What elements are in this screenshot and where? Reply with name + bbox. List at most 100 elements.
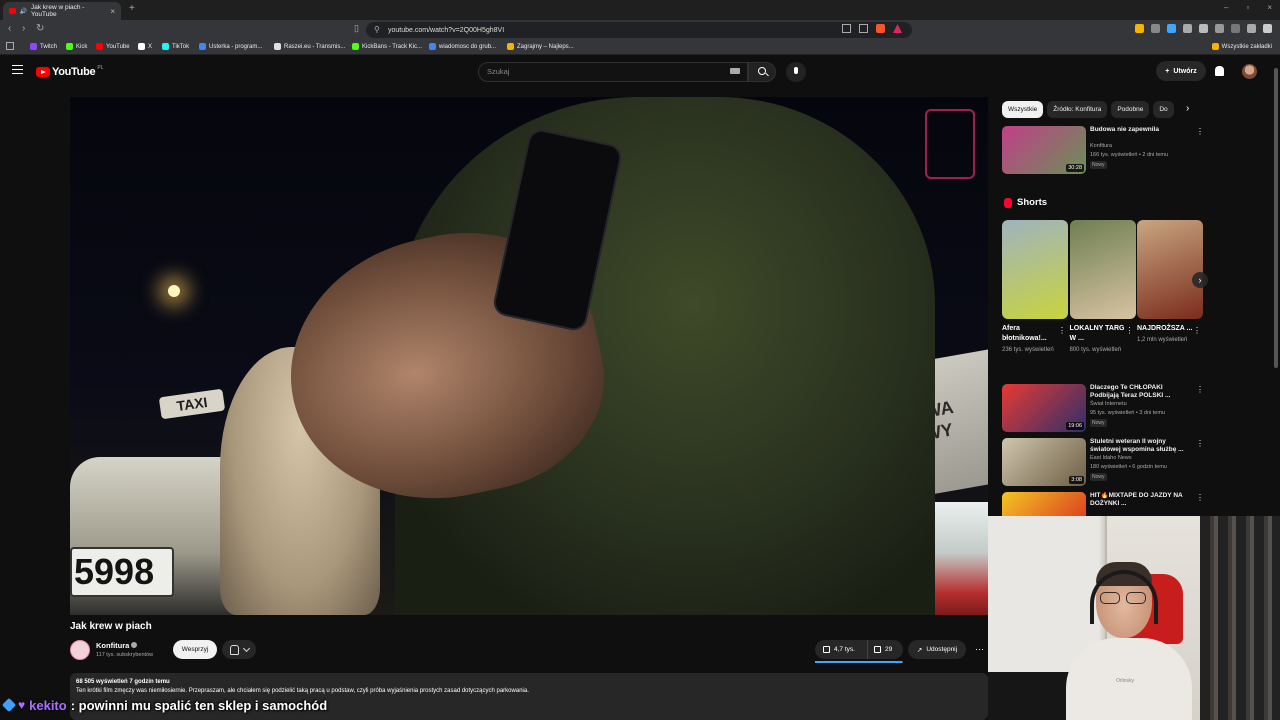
bookmark-item[interactable]: YouTube	[96, 43, 130, 50]
more-options-icon[interactable]: ⋮	[1196, 439, 1204, 448]
shorts-next-icon[interactable]: ›	[1192, 272, 1208, 288]
dislike-button[interactable]: 29	[867, 640, 903, 659]
site-info-icon[interactable]: ⚲	[374, 25, 380, 34]
forward-icon[interactable]: ›	[22, 23, 25, 34]
support-button[interactable]: Wesprzyj	[173, 640, 217, 659]
browser-tab[interactable]: 🔊 Jak krew w piach - YouTube ×	[3, 2, 121, 20]
view-stats: 68 505 wyświetleń 7 godzin temu	[76, 679, 170, 685]
more-options-icon[interactable]: ⋮	[1126, 326, 1134, 335]
video-title: HIT🔥MIXTAPE DO JAZDY NA DOŻYNKI ...	[1090, 492, 1183, 507]
like-button[interactable]: 4,7 tys.	[815, 640, 867, 659]
close-tab-icon[interactable]: ×	[110, 7, 115, 16]
video-channel: Konfitura	[1090, 143, 1113, 149]
channel-avatar[interactable]	[70, 640, 90, 660]
more-options-icon[interactable]: ⋮	[1196, 385, 1204, 394]
brave-rewards-icon[interactable]	[893, 24, 902, 33]
thumbs-down-icon	[874, 646, 881, 653]
bookmark-label: X	[148, 43, 153, 50]
screen-icon[interactable]	[842, 24, 851, 33]
bookmark-item[interactable]: Twitch	[30, 43, 57, 50]
recommended-video[interactable]: 19:06 Dlaczego Te CHŁOPAKI Podbijają Tera…	[1002, 384, 1204, 432]
all-bookmarks[interactable]: Wszystkie zakładki	[1211, 43, 1272, 50]
filter-chip[interactable]: Wszystkie	[1002, 101, 1044, 118]
more-options-icon[interactable]: ⋮	[1196, 493, 1204, 502]
extension-icon[interactable]	[1151, 24, 1160, 33]
video-channel: East Idaho News	[1090, 455, 1132, 461]
notifications-bell-icon[interactable]	[1215, 66, 1224, 76]
bookmark-item[interactable]: wiadomosc do grub...	[429, 43, 496, 50]
more-options-icon[interactable]: ⋮	[1058, 326, 1066, 335]
filter-chip[interactable]: Do	[1153, 101, 1174, 118]
scrollbar[interactable]	[1272, 56, 1280, 516]
more-options-icon[interactable]: ⋮	[1196, 127, 1204, 136]
channel-name[interactable]: Konfitura	[96, 641, 129, 650]
hamburger-menu-icon[interactable]	[12, 65, 23, 74]
extensions-icon[interactable]	[1199, 24, 1208, 33]
more-options-icon[interactable]: ⋮	[1193, 326, 1201, 335]
share-button[interactable]: ↗ Udostępnij	[908, 640, 966, 659]
extension-icon[interactable]	[1183, 24, 1192, 33]
search-input[interactable]: Szukaj	[478, 62, 748, 82]
extension-icon[interactable]	[1167, 24, 1176, 33]
bookmark-item[interactable]: Usterka - program...	[199, 43, 262, 50]
short-thumbnail[interactable]	[1137, 220, 1203, 319]
filter-chip[interactable]: Podobne	[1111, 101, 1150, 118]
bookmark-item[interactable]: TikTok	[162, 43, 189, 50]
short-thumbnail[interactable]	[1069, 220, 1136, 319]
heart-icon: ♥	[18, 698, 26, 712]
short-item[interactable]: LOKALNY TARG W ... 800 tys. wyświetleń ⋮	[1069, 220, 1136, 354]
menu-icon[interactable]	[1263, 24, 1272, 33]
chat-overlay-message: ♥ kekito : powinni mu spalić ten sklep i…	[0, 697, 327, 713]
bookmark-item[interactable]: X	[138, 43, 152, 50]
video-player[interactable]: TAXI 5998 OWOCE WARZYWA DOSTAWY	[70, 97, 988, 615]
share-page-icon[interactable]	[859, 24, 868, 33]
apps-icon[interactable]	[6, 42, 14, 50]
like-ratio-fill	[815, 661, 903, 663]
bookmark-label: TikTok	[172, 43, 190, 50]
window-controls: – ▫ ×	[1224, 3, 1272, 12]
bookmark-favicon-icon	[162, 43, 169, 50]
chat-message: : powinni mu spalić ten sklep i samochód	[70, 697, 328, 713]
sidebar-icon[interactable]	[1215, 24, 1224, 33]
shorts-heading: Shorts	[1004, 197, 1047, 208]
keyboard-icon[interactable]	[730, 68, 740, 74]
playlist-icon[interactable]	[1247, 24, 1256, 33]
brave-shield-icon[interactable]	[876, 24, 885, 33]
voice-search-button[interactable]	[786, 62, 806, 82]
more-actions-icon[interactable]: ⋯	[975, 644, 984, 655]
bookmark-icon[interactable]: ▯	[354, 23, 359, 34]
bookmark-item[interactable]: Zagrajmy – Najleps...	[507, 43, 574, 50]
new-tab-button[interactable]: +	[129, 3, 135, 14]
chips-next-icon[interactable]: ›	[1186, 103, 1189, 114]
minimize-button[interactable]: –	[1224, 3, 1228, 12]
maximize-button[interactable]: ▫	[1246, 3, 1249, 12]
reload-icon[interactable]: ↻	[36, 23, 44, 34]
short-item[interactable]: Afera błotnikowa!... 236 tys. wyświetleń ⋮	[1002, 220, 1068, 354]
wallet-icon[interactable]	[1231, 24, 1240, 33]
youtube-logo[interactable]: YouTube PL	[36, 65, 103, 78]
extension-icon[interactable]	[1135, 24, 1144, 33]
bookmark-item[interactable]: Raszei.eu - Transmis...	[274, 43, 345, 50]
taxi-sign: TAXI	[158, 388, 226, 420]
filter-chip[interactable]: Źródło: Konfitura	[1047, 101, 1108, 118]
bookmark-label: wiadomosc do grub...	[439, 43, 497, 50]
close-window-button[interactable]: ×	[1267, 3, 1272, 12]
address-bar[interactable]: ⚲ youtube.com/watch?v=2Q00H5gh8VI	[366, 22, 912, 38]
short-thumbnail[interactable]	[1002, 220, 1068, 319]
subscription-bell-button[interactable]	[222, 640, 256, 659]
recommended-video[interactable]: 30:28 Budowa nie zapewnila Konfitura 166 ty…	[1002, 126, 1204, 174]
subscriber-count: 117 tys. subskrybentów	[96, 652, 154, 658]
back-icon[interactable]: ‹	[8, 23, 11, 34]
bookmark-item[interactable]: Kick	[66, 43, 87, 50]
channel-watermark-icon[interactable]	[925, 109, 975, 179]
url-text: youtube.com/watch?v=2Q00H5gh8VI	[388, 26, 505, 34]
user-avatar[interactable]	[1242, 64, 1257, 79]
bookmark-favicon-icon	[507, 43, 514, 50]
bookmark-item[interactable]: KickBans - Track Kic...	[352, 43, 422, 50]
video-duration: 3:08	[1069, 476, 1084, 484]
recommended-video[interactable]: 3:08 Stuletni weteran II wojny światowej …	[1002, 438, 1204, 486]
glasses	[1100, 592, 1148, 604]
search-button[interactable]	[748, 62, 776, 82]
create-button[interactable]: + Utwórz	[1156, 61, 1206, 81]
scrollbar-thumb[interactable]	[1274, 68, 1278, 368]
